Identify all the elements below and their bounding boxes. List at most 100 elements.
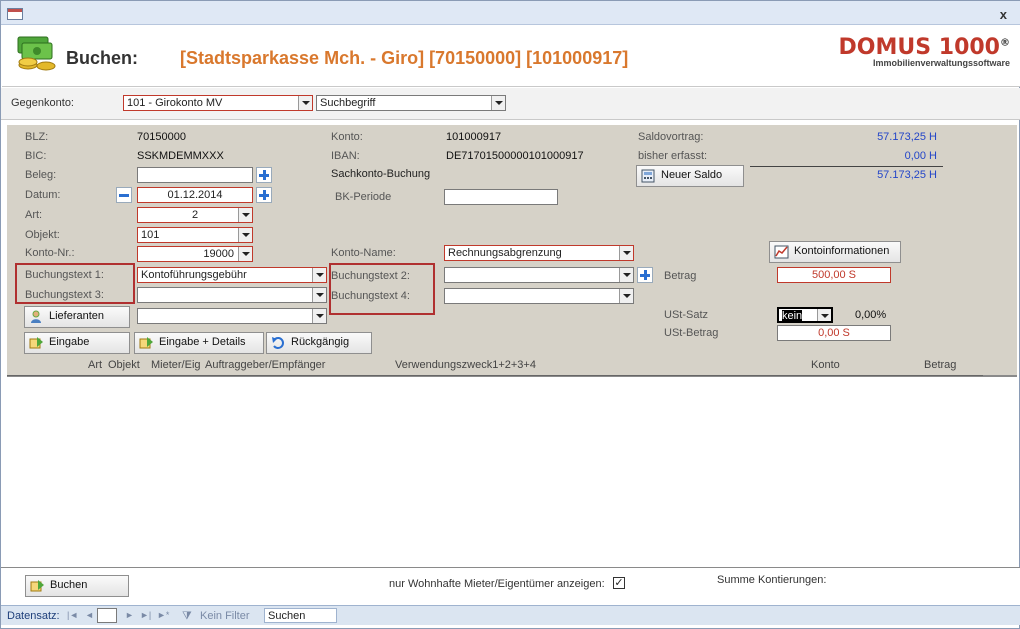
bt4-label: Buchungstext 4: — [331, 290, 410, 302]
beleg-input[interactable] — [137, 167, 253, 183]
wohnhafte-checkbox[interactable]: ✓ — [613, 577, 625, 589]
form-icon — [7, 8, 23, 20]
first-record-button[interactable]: |◄ — [67, 610, 78, 620]
filter-label[interactable]: Kein Filter — [200, 610, 250, 622]
bt2-select[interactable] — [444, 267, 634, 283]
art-value: 2 — [191, 209, 199, 221]
neuer-saldo-label: Neuer Saldo — [661, 169, 723, 181]
lieferanten-label: Lieferanten — [49, 310, 105, 322]
kontoname-label: Konto-Name: — [331, 247, 396, 259]
bt1-value: Kontoführungsgebühr — [141, 269, 247, 281]
bt2-label: Buchungstext 2: — [331, 270, 410, 282]
saldo-total-value: 57.173,25 H — [877, 169, 937, 181]
add-text-icon[interactable] — [637, 267, 653, 283]
lieferanten-button[interactable]: Lieferanten — [24, 306, 130, 328]
kontoinformationen-button[interactable]: Kontoinformationen — [769, 241, 901, 263]
objekt-label: Objekt: — [25, 229, 60, 241]
bk-periode-input[interactable] — [444, 189, 558, 205]
erfasst-label: bisher erfasst: — [638, 150, 708, 162]
filter-icon: ⧩ — [182, 610, 192, 622]
art-select[interactable]: 2 — [137, 207, 253, 223]
chevron-down-icon[interactable] — [619, 246, 633, 260]
chevron-down-icon[interactable] — [238, 208, 252, 222]
eingabe-details-button[interactable]: Eingabe + Details — [134, 332, 264, 354]
col-objekt: Objekt — [108, 359, 140, 371]
lieferanten-select[interactable] — [137, 308, 327, 324]
new-record-button[interactable]: ►* — [157, 610, 169, 620]
kontoname-value: Rechnungsabgrenzung — [448, 247, 562, 259]
col-betrag: Betrag — [924, 359, 957, 371]
chevron-down-icon[interactable] — [619, 289, 633, 303]
form-footer: Buchen nur Wohnhafte Mieter/Eigentümer a… — [1, 567, 1020, 607]
divider — [750, 166, 943, 167]
neuer-saldo-button[interactable]: Neuer Saldo — [636, 165, 744, 187]
table-divider — [7, 375, 983, 376]
account-title: [Stadtsparkasse Mch. - Giro] [70150000] … — [180, 48, 629, 68]
col-konto: Konto — [811, 359, 840, 371]
kontonr-select[interactable]: 19000 — [137, 246, 253, 262]
eingabe-label: Eingabe — [49, 336, 90, 348]
money-icon — [17, 36, 56, 71]
saldovortrag-label: Saldovortrag: — [638, 131, 704, 143]
chevron-down-icon[interactable] — [817, 309, 831, 321]
search-input[interactable]: Suchen — [264, 608, 337, 623]
bt3-select[interactable] — [137, 287, 327, 303]
chevron-down-icon[interactable] — [619, 268, 633, 282]
datensatz-label: Datensatz: — [7, 610, 60, 622]
form-header: Buchen: [Stadtsparkasse Mch. - Giro] [70… — [2, 25, 1020, 87]
domus-logo: DOMUS 1000® Immobilienverwaltungssoftwar… — [839, 35, 1010, 68]
kontonr-value: 19000 — [203, 248, 234, 260]
enter-details-icon — [139, 337, 153, 349]
ust-betrag-input[interactable]: 0,00 S — [777, 325, 891, 341]
kontoname-select[interactable]: Rechnungsabgrenzung — [444, 245, 634, 261]
chevron-down-icon[interactable] — [238, 247, 252, 261]
chevron-down-icon[interactable] — [312, 268, 326, 282]
betrag-input[interactable]: 500,00 S — [777, 267, 891, 283]
bic-value: SSKMDEMMXXX — [137, 150, 224, 162]
add-icon[interactable] — [256, 167, 272, 183]
suchbegriff-select[interactable]: Suchbegriff — [316, 95, 506, 111]
bic-label: BIC: — [25, 150, 47, 162]
calculator-icon — [641, 169, 655, 183]
next-record-button[interactable]: ► — [125, 610, 134, 620]
buchen-button[interactable]: Buchen — [25, 575, 129, 597]
chevron-down-icon[interactable] — [491, 96, 505, 110]
gegenkonto-value: 101 - Girokonto MV — [127, 97, 223, 109]
objekt-select[interactable]: 101 — [137, 227, 253, 243]
undo-icon — [272, 337, 284, 349]
chevron-down-icon[interactable] — [298, 96, 312, 110]
col-mieter: Mieter/Eig — [151, 359, 201, 371]
buchen-label: Buchen — [50, 579, 88, 591]
ust-satz-value: kein — [782, 310, 803, 322]
bt1-select[interactable]: Kontoführungsgebühr — [137, 267, 327, 283]
sachkonto-label: Sachkonto-Buchung — [331, 168, 431, 180]
record-navigation: Datensatz: |◄ ◄ ► ►| ►* ⧩ Kein Filter Su… — [1, 605, 1020, 625]
chevron-down-icon[interactable] — [238, 228, 252, 242]
col-art: Art — [88, 359, 103, 371]
ust-satz-label: USt-Satz — [664, 309, 709, 321]
title-bar: x — [1, 1, 1020, 25]
eingabe-button[interactable]: Eingabe — [24, 332, 130, 354]
bt4-select[interactable] — [444, 288, 634, 304]
datum-label: Datum: — [25, 189, 61, 201]
gegenkonto-label: Gegenkonto: — [11, 97, 74, 109]
record-number-input[interactable] — [97, 608, 117, 623]
blz-value: 70150000 — [137, 131, 186, 143]
datum-input[interactable]: 01.12.2014 — [137, 187, 253, 203]
book-icon — [30, 580, 44, 592]
chevron-down-icon[interactable] — [312, 288, 326, 302]
chevron-down-icon[interactable] — [312, 309, 326, 323]
saldovortrag-value: 57.173,25 H — [877, 131, 937, 143]
ust-satz-select[interactable]: kein — [777, 307, 833, 323]
objekt-value: 101 — [141, 229, 160, 241]
col-auftraggeber: Auftraggeber/Empfänger — [205, 359, 326, 371]
last-record-button[interactable]: ►| — [140, 610, 151, 620]
plus-icon[interactable] — [256, 187, 272, 203]
gegenkonto-select[interactable]: 101 - Girokonto MV — [123, 95, 313, 111]
close-button[interactable]: x — [1000, 7, 1007, 22]
rueckgaengig-button[interactable]: Rückgängig — [266, 332, 372, 354]
wohnhafte-label: nur Wohnhafte Mieter/Eigentümer anzeigen… — [389, 578, 605, 590]
minus-icon[interactable] — [116, 187, 132, 203]
betrag-label: Betrag — [664, 270, 697, 282]
prev-record-button[interactable]: ◄ — [85, 610, 94, 620]
